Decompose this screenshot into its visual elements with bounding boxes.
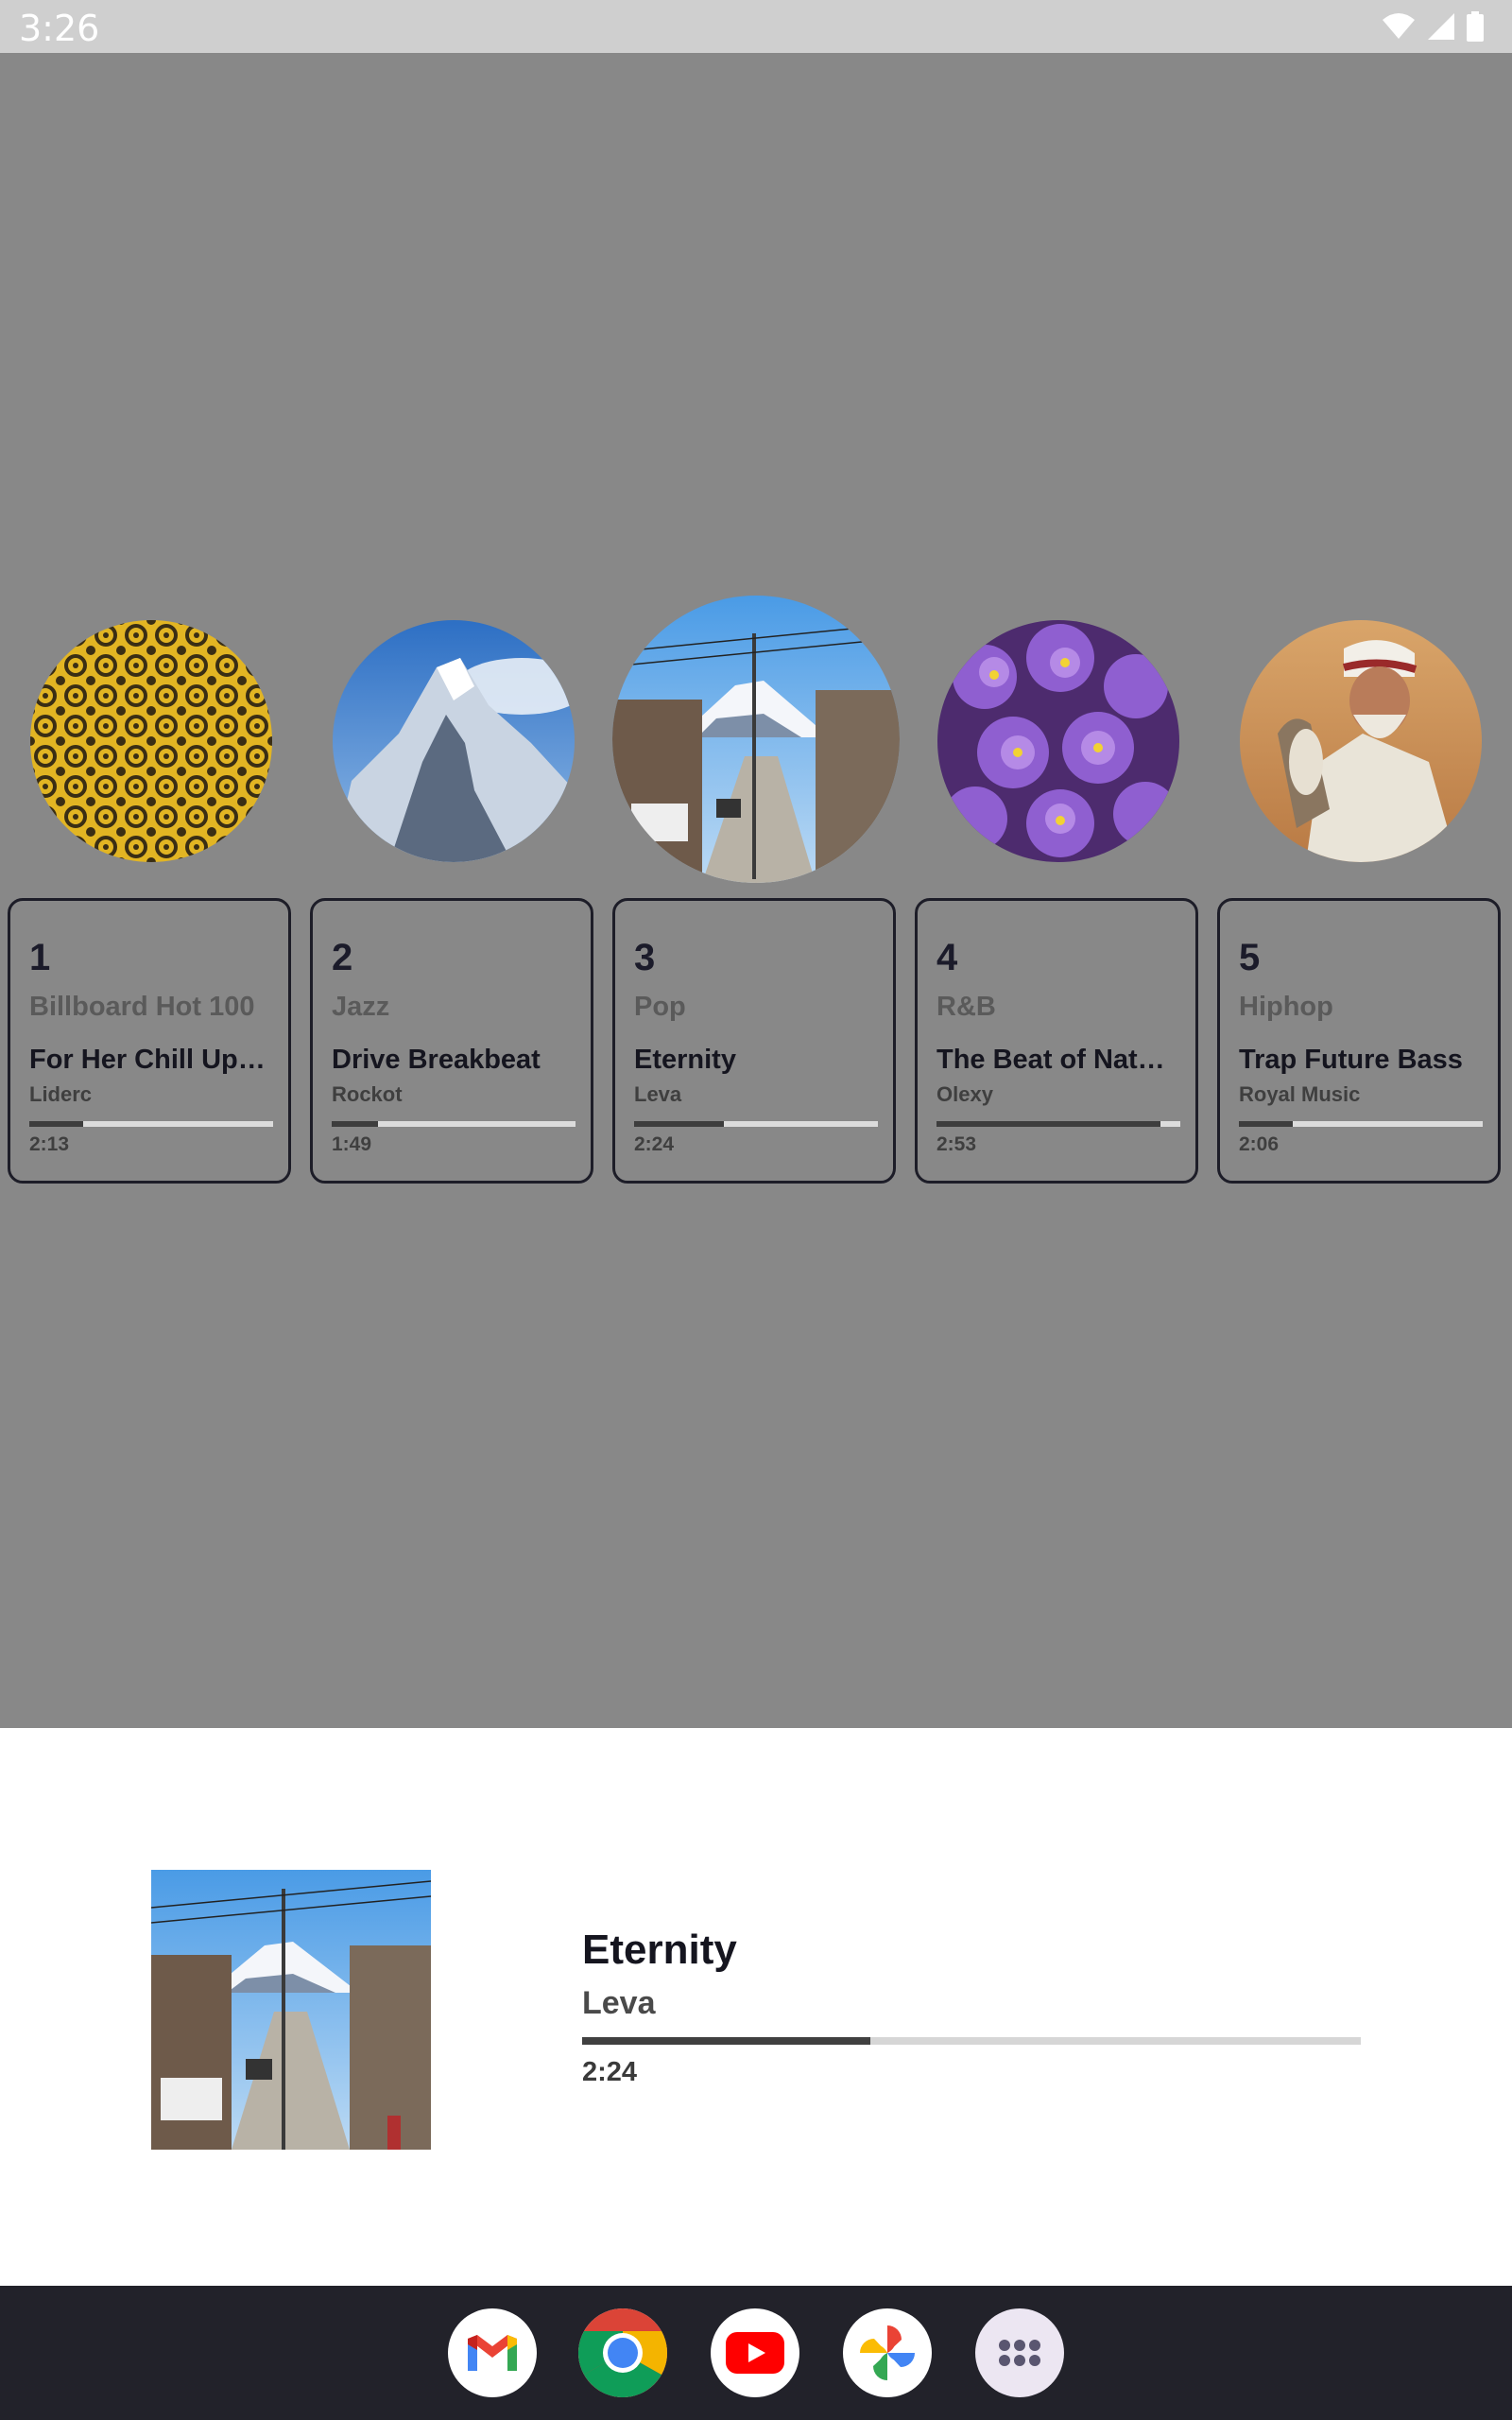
track-duration: 2:24 (634, 1133, 675, 1155)
track-progress-bar (29, 1121, 273, 1127)
track-card-1[interactable]: 1 Billboard Hot 100 For Her Chill Up… Li… (8, 898, 291, 1184)
now-playing-progress-bar[interactable] (582, 2037, 1361, 2045)
track-progress-fill (634, 1121, 725, 1127)
track-artist: Olexy (936, 1082, 993, 1106)
wifi-icon (1383, 13, 1415, 39)
track-progress-bar (634, 1121, 878, 1127)
track-card-2[interactable]: 2 Jazz Drive Breakbeat Rockot 1:49 (310, 898, 593, 1184)
album-art-2[interactable] (333, 620, 575, 862)
chrome-icon[interactable] (578, 2308, 667, 2397)
now-playing-title: Eternity (582, 1927, 737, 1973)
track-artist: Royal Music (1239, 1082, 1361, 1106)
track-card-3[interactable]: 3 Pop Eternity Leva 2:24 (612, 898, 896, 1184)
status-time: 3:26 (19, 8, 100, 49)
track-rank: 1 (29, 937, 51, 978)
track-title: Eternity (634, 1045, 736, 1075)
track-title: For Her Chill Up… (29, 1045, 266, 1075)
track-title: Trap Future Bass (1239, 1045, 1463, 1075)
battery-icon (1467, 11, 1484, 42)
youtube-icon[interactable] (711, 2308, 799, 2397)
track-artist: Leva (634, 1082, 682, 1106)
track-genre: Pop (634, 992, 686, 1022)
now-playing-duration: 2:24 (582, 2057, 638, 2087)
track-duration: 2:13 (29, 1133, 70, 1155)
track-card-5[interactable]: 5 Hiphop Trap Future Bass Royal Music 2:… (1217, 898, 1501, 1184)
now-playing-artist: Leva (582, 1985, 656, 2021)
track-rank: 4 (936, 937, 958, 978)
track-progress-bar (332, 1121, 576, 1127)
track-genre: R&B (936, 992, 996, 1022)
track-duration: 2:53 (936, 1133, 977, 1155)
track-title: Drive Breakbeat (332, 1045, 541, 1075)
track-progress-fill (29, 1121, 83, 1127)
track-title: The Beat of Nat… (936, 1045, 1165, 1075)
track-progress-bar (936, 1121, 1180, 1127)
track-artist: Liderc (29, 1082, 93, 1106)
track-progress-fill (332, 1121, 379, 1127)
gmail-icon[interactable] (448, 2308, 537, 2397)
app-dock (0, 2286, 1512, 2420)
track-rank: 2 (332, 937, 353, 978)
track-progress-fill (936, 1121, 1161, 1127)
track-rank: 3 (634, 937, 656, 978)
album-art-1[interactable] (30, 620, 272, 862)
now-playing-progress-fill (582, 2037, 870, 2045)
album-art-5[interactable] (1240, 620, 1482, 862)
track-progress-bar (1239, 1121, 1483, 1127)
track-genre: Jazz (332, 992, 390, 1022)
app-drawer-icon[interactable] (975, 2308, 1064, 2397)
album-art-4[interactable] (937, 620, 1179, 862)
photos-icon[interactable] (843, 2308, 932, 2397)
now-playing-album-art[interactable] (151, 1870, 431, 2150)
track-genre: Hiphop (1239, 992, 1333, 1022)
track-rank: 5 (1239, 937, 1261, 978)
cellular-signal-icon (1428, 13, 1454, 40)
now-playing-panel: Eternity Leva 2:24 (0, 1728, 1512, 2286)
track-genre: Billboard Hot 100 (29, 992, 255, 1022)
status-icons (1382, 11, 1484, 42)
status-bar: 3:26 (0, 0, 1512, 53)
track-duration: 1:49 (332, 1133, 372, 1155)
track-card-4[interactable]: 4 R&B The Beat of Nat… Olexy 2:53 (915, 898, 1198, 1184)
track-artist: Rockot (332, 1082, 403, 1106)
track-duration: 2:06 (1239, 1133, 1280, 1155)
album-art-3[interactable] (612, 596, 900, 883)
track-progress-fill (1239, 1121, 1293, 1127)
